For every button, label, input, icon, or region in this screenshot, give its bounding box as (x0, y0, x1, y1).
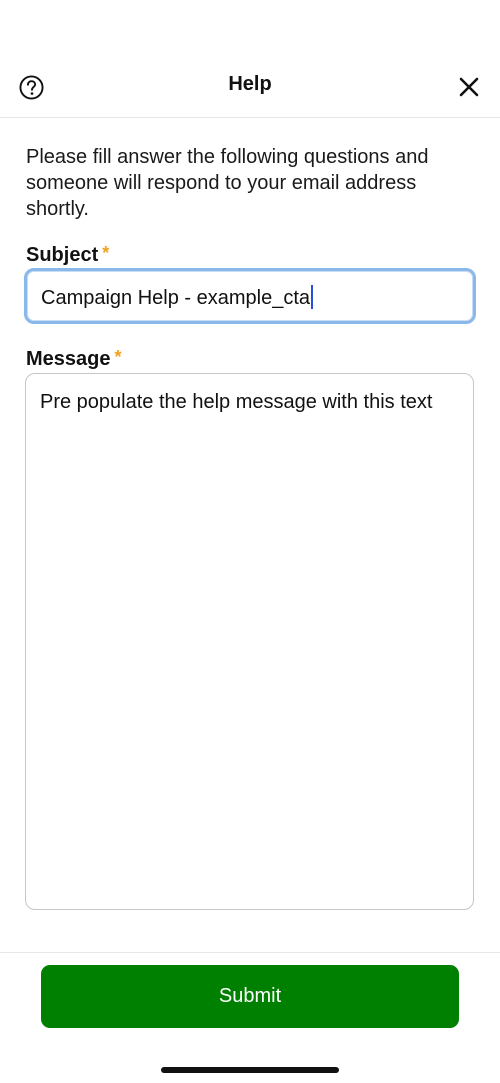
message-label-text: Message (26, 348, 111, 370)
subject-required-mark: * (102, 243, 110, 263)
intro-text: Please fill answer the following questio… (26, 146, 429, 220)
subject-label-text: Subject (26, 244, 99, 266)
page-title: Help (228, 73, 272, 95)
home-indicator (161, 1067, 339, 1073)
footer: Submit (0, 952, 500, 1083)
close-icon[interactable] (458, 76, 480, 98)
header: Help (0, 56, 500, 118)
message-textarea[interactable]: Pre populate the help message with this … (25, 373, 474, 910)
subject-label: Subject * (26, 241, 109, 267)
message-label: Message * (26, 345, 122, 371)
submit-button[interactable]: Submit (41, 965, 459, 1028)
subject-value: Campaign Help - example_cta (41, 285, 314, 310)
message-value: Pre populate the help message with this … (40, 391, 433, 413)
subject-value-text: Campaign Help - example_cta (41, 287, 311, 309)
subject-input[interactable]: Campaign Help - example_cta (24, 268, 476, 324)
text-caret (311, 285, 314, 309)
message-required-mark: * (114, 347, 122, 367)
